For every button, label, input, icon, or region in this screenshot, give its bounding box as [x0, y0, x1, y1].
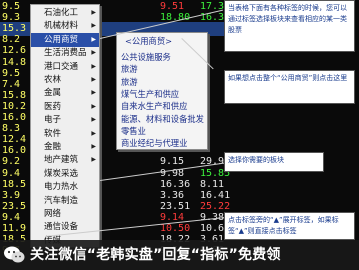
sector-menu-item-label: 网络 — [44, 209, 62, 219]
sector-menu-item[interactable]: 金属 ▶ — [31, 86, 99, 100]
sector-menu-item-label: 软件 — [44, 128, 62, 139]
sector-menu-item[interactable]: 机械材料 ▶ — [31, 19, 99, 33]
submenu-arrow-icon: ▶ — [91, 49, 96, 57]
submenu-arrow-icon: ▶ — [91, 76, 96, 83]
caption-text: 关注微信“老韩实盘”回复“指标”免费领 — [30, 247, 281, 263]
submenu-arrow-icon: ▶ — [91, 22, 96, 30]
sector-menu-item[interactable]: 软件 ▶ — [31, 127, 99, 141]
submenu-item[interactable]: 商业经纪与代理业 — [121, 137, 207, 150]
sector-menu-item[interactable]: 通信设备 — [31, 220, 99, 234]
sector-menu-item[interactable]: 农林 ▶ — [31, 73, 99, 87]
submenu-item[interactable]: 自来水生产和供应 — [121, 100, 207, 113]
submenu-header[interactable]: <公用商贸> — [125, 35, 172, 48]
sector-menu-item-label: 港口交通 — [44, 61, 79, 72]
annotation-choose-sector: 选择你需要的板块 — [224, 152, 324, 172]
sector-menu-item[interactable]: 电子 ▶ — [31, 113, 99, 127]
submenu-arrow-icon: ▶ — [91, 156, 96, 164]
sector-menu-item-label: 地产建筑 — [44, 155, 79, 166]
submenu-arrow-icon: ▶ — [91, 116, 96, 124]
sector-menu-item[interactable]: 石油化工 ▶ — [31, 6, 99, 20]
wechat-logo-icon — [4, 246, 25, 263]
sector-menu-item[interactable]: 电力热水 — [31, 180, 99, 194]
annotation-expand-tab: 点击标签旁的“▲”展开标签，如果标签“▲”则直接点击标签 — [224, 212, 355, 240]
screenshot-stage: 9.5 9.51 17.30 9.3 18.80 16.3 15.3 8.2 12.6 14.8 9… — [0, 0, 359, 270]
sector-menu-item-label: 医药 — [44, 101, 62, 112]
sector-menu-item-label: 农林 — [44, 75, 62, 85]
submenu-arrow-icon: ▶ — [91, 143, 96, 150]
submenu-arrow-icon: ▶ — [91, 62, 96, 70]
submenu-arrow-icon: ▶ — [91, 9, 96, 16]
submenu-arrow-icon: ▶ — [91, 129, 96, 137]
sector-menu-item-label: 公用商贸 — [44, 34, 79, 45]
sector-menu-item[interactable]: 地产建筑 ▶ — [31, 153, 99, 167]
submenu-arrow-icon: ▶ — [91, 35, 96, 43]
submenu-item[interactable]: 公共设施服务 — [121, 51, 207, 64]
annotation-tabs: 当表格下面有各种标签的时候，您可以通过标签选择板块来查看相应的某一类股票 — [224, 0, 355, 52]
sector-menu-item[interactable]: 金融 ▶ — [31, 140, 99, 154]
sector-menu-item-label: 金属 — [44, 88, 62, 99]
submenu-item[interactable]: 旅游 — [121, 63, 207, 76]
sector-menu-item[interactable]: 网络 — [31, 207, 99, 221]
sector-menu-item-label: 电力热水 — [44, 182, 79, 193]
annotation-click-whole: 如果想点击整个“公用商贸”则点击这里 — [224, 70, 355, 104]
submenu-item[interactable]: 零售业 — [121, 125, 207, 138]
caption-bar: 关注微信“老韩实盘”回复“指标”免费领 — [0, 240, 359, 270]
sector-menu-item[interactable]: 汽车制造 — [31, 194, 99, 208]
sector-menu[interactable]: 石油化工 ▶ 机械材料 ▶ 公用商贸 ▶ 生活消费品 ▶ 港口交通 ▶ 农林 ▶ 金属 ▶ 医药 ▶ 电子 ▶ 软件… — [30, 4, 100, 248]
sector-menu-item-label: 石油化工 — [44, 8, 79, 18]
sector-menu-item[interactable]: 医药 ▶ — [31, 100, 99, 114]
sector-menu-item-label: 煤炭采选 — [44, 168, 79, 179]
sector-menu-item[interactable]: 生活消费品 ▶ — [31, 46, 99, 60]
sector-menu-item-label: 生活消费品 — [44, 48, 87, 59]
submenu-item[interactable]: 煤气生产和供应 — [121, 88, 207, 101]
sector-menu-item[interactable]: 煤炭采选 — [31, 167, 99, 181]
sector-menu-item[interactable]: 公用商贸 ▶ — [31, 32, 99, 47]
sector-menu-item-label: 汽车制造 — [44, 195, 79, 206]
submenu-item[interactable]: 旅游 — [121, 76, 207, 89]
sector-menu-item-label: 金融 — [44, 142, 62, 152]
submenu-arrow-icon: ▶ — [91, 102, 96, 110]
submenu-item[interactable]: 能源、材料和设备批发 — [121, 113, 207, 126]
submenu-arrow-icon: ▶ — [91, 89, 96, 97]
sector-menu-item-label: 通信设备 — [44, 222, 79, 233]
sector-menu-item-label: 机械材料 — [44, 21, 79, 32]
sector-menu-item[interactable]: 港口交通 ▶ — [31, 60, 99, 74]
sector-menu-item-label: 电子 — [44, 115, 62, 126]
